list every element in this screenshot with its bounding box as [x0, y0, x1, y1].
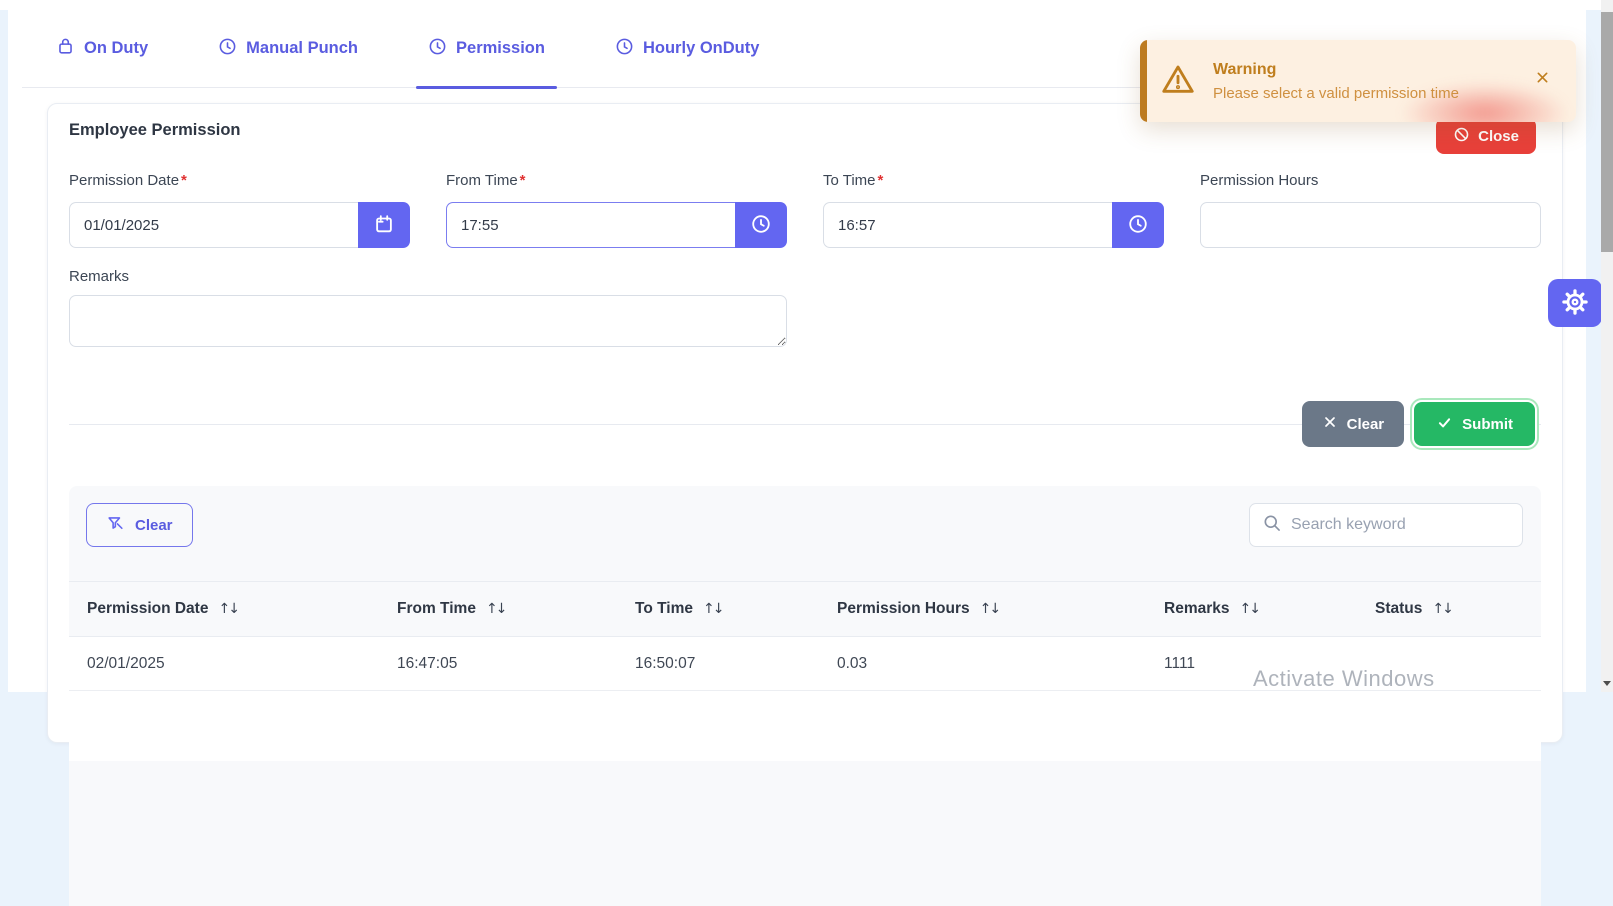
tab-label: Manual Punch: [246, 39, 358, 58]
warning-toast: Warning Please select a valid permission…: [1140, 40, 1576, 122]
toast-title: Warning: [1213, 61, 1459, 79]
permission-date-input[interactable]: [69, 202, 358, 248]
table-row-partial: [69, 691, 1541, 761]
filter-clear-button[interactable]: Clear: [86, 503, 193, 547]
column-header-from-time[interactable]: From Time↑↓: [397, 600, 635, 618]
settings-flyout-button[interactable]: [1548, 279, 1602, 327]
sort-icon[interactable]: ↑↓: [703, 601, 722, 617]
scrollbar-thumb[interactable]: [1601, 12, 1613, 252]
check-icon: [1436, 414, 1453, 435]
column-header-to-time[interactable]: To Time↑↓: [635, 600, 837, 618]
toast-body: Warning Please select a valid permission…: [1213, 61, 1459, 102]
ban-icon: [1453, 126, 1470, 147]
cell-from-time: 16:47:05: [397, 655, 635, 673]
close-button[interactable]: Close: [1436, 118, 1536, 154]
x-icon: [1322, 414, 1338, 434]
field-label: Permission Date*: [69, 172, 410, 189]
tab-label: On Duty: [84, 39, 148, 58]
clock-icon: [1127, 213, 1149, 238]
field-label: From Time*: [446, 172, 787, 189]
sort-icon[interactable]: ↑↓: [486, 601, 505, 617]
search-input[interactable]: [1291, 516, 1510, 534]
permission-hours-input[interactable]: [1200, 202, 1541, 248]
cell-to-time: 16:50:07: [635, 655, 837, 673]
permission-form: Permission Date* From Time*: [69, 172, 1541, 248]
cell-permission-date: 02/01/2025: [87, 655, 397, 673]
required-mark: *: [181, 172, 187, 189]
column-header-permission-hours[interactable]: Permission Hours↑↓: [837, 600, 1164, 618]
field-label: Permission Hours: [1200, 172, 1541, 189]
tab-hourly-onduty[interactable]: Hourly OnDuty: [603, 10, 771, 88]
submit-focus-ring: Submit: [1410, 398, 1539, 450]
calendar-picker-button[interactable]: [358, 202, 410, 248]
column-header-remarks[interactable]: Remarks↑↓: [1164, 600, 1375, 618]
search-icon: [1262, 513, 1282, 538]
bag-icon: [56, 37, 75, 61]
tab-label: Permission: [456, 39, 545, 58]
table-header-row: Permission Date↑↓ From Time↑↓ To Time↑↓ …: [69, 581, 1541, 637]
tab-on-duty[interactable]: On Duty: [44, 10, 160, 88]
permission-table-section: Clear Permission Date↑↓ From Time↑↓ To T…: [69, 486, 1541, 906]
form-actions: Clear Submit: [69, 398, 1541, 450]
gear-icon: [1561, 288, 1589, 319]
column-header-status[interactable]: Status↑↓: [1375, 600, 1523, 618]
filter-off-icon: [106, 514, 125, 537]
clock-icon: [615, 37, 634, 61]
cell-permission-hours: 0.03: [837, 655, 1164, 673]
field-permission-date: Permission Date*: [69, 172, 410, 248]
tab-permission[interactable]: Permission: [416, 10, 557, 88]
sort-icon[interactable]: ↑↓: [980, 601, 999, 617]
vertical-scrollbar[interactable]: [1601, 0, 1613, 692]
clock-icon: [750, 213, 772, 238]
field-label: To Time*: [823, 172, 1164, 189]
warning-triangle-icon: [1160, 61, 1196, 102]
toast-accent-bar: [1140, 40, 1147, 122]
sort-icon[interactable]: ↑↓: [218, 601, 237, 617]
tab-label: Hourly OnDuty: [643, 39, 759, 58]
field-permission-hours: Permission Hours: [1200, 172, 1541, 248]
toast-message: Please select a valid permission time: [1213, 85, 1459, 102]
toast-close-button[interactable]: [1531, 66, 1554, 92]
sort-icon[interactable]: ↑↓: [1240, 601, 1259, 617]
activate-windows-watermark: Activate Windows: [1253, 666, 1435, 692]
remarks-label: Remarks: [69, 268, 1541, 285]
close-icon: [1535, 73, 1550, 88]
submit-button[interactable]: Submit: [1414, 402, 1535, 446]
employee-permission-card: Employee Permission Close Permission Dat…: [47, 103, 1563, 743]
column-header-permission-date[interactable]: Permission Date↑↓: [87, 600, 397, 618]
sort-icon[interactable]: ↑↓: [1432, 601, 1451, 617]
field-from-time: From Time*: [446, 172, 787, 248]
tab-manual-punch[interactable]: Manual Punch: [206, 10, 370, 88]
remarks-textarea[interactable]: [69, 295, 787, 347]
search-box: [1249, 503, 1523, 547]
clock-icon: [428, 37, 447, 61]
time-picker-button[interactable]: [1112, 202, 1164, 248]
clear-button[interactable]: Clear: [1302, 401, 1405, 447]
required-mark: *: [520, 172, 526, 189]
top-strip: [0, 0, 1613, 10]
calendar-icon: [373, 213, 395, 238]
field-to-time: To Time*: [823, 172, 1164, 248]
to-time-input[interactable]: [823, 202, 1112, 248]
required-mark: *: [878, 172, 884, 189]
scrollbar-down-arrow-icon[interactable]: [1603, 681, 1611, 686]
page-title: Employee Permission: [69, 121, 1541, 140]
from-time-input[interactable]: [446, 202, 735, 248]
clock-icon: [218, 37, 237, 61]
table-filter-row: Clear: [69, 486, 1541, 547]
time-picker-button[interactable]: [735, 202, 787, 248]
